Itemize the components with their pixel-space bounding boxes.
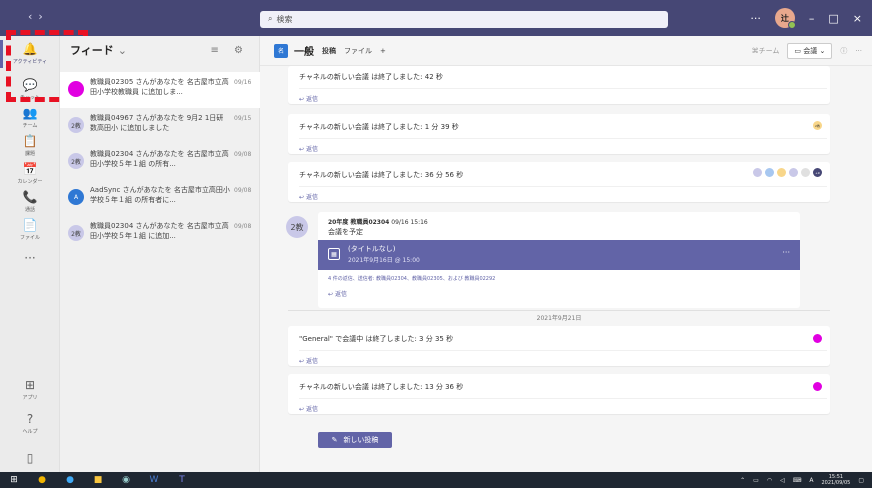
reply-button[interactable]: ↩ 返信	[299, 186, 827, 201]
avatar: 2教	[68, 153, 84, 169]
avatar	[813, 334, 822, 343]
compose-icon: ✎	[331, 436, 338, 444]
camera-app-icon[interactable]: ◉	[112, 472, 140, 488]
more-icon[interactable]: ···	[782, 248, 790, 257]
participant-avatars: +9	[753, 168, 822, 177]
teams-icon: 👥	[22, 106, 38, 120]
team-badge: 名	[274, 43, 288, 58]
meet-button[interactable]: ▭ 会議 ⌄	[787, 42, 833, 59]
feed-item[interactable]: 2教 教職員02304 さんがあなたを 名古屋市立高田小学校５年１組 に追加..…	[60, 216, 260, 252]
reply-button[interactable]: ↩ 返信	[299, 398, 827, 413]
reply-button[interactable]: ↩ 返信	[328, 289, 347, 298]
start-icon[interactable]: ⊞	[0, 472, 28, 488]
scheduled-meeting-post[interactable]: 20年度 教職員02304 09/16 15:16 会議を予定 ▦ (タイトルな…	[318, 212, 800, 308]
filter-icon[interactable]: ≡ ⚙	[210, 45, 249, 56]
meeting-message[interactable]: チャネルの新しい会議 は終了しました: 13 分 36 秒 ↩ 返信	[288, 374, 830, 414]
activity-header: フィード ⌄ ≡ ⚙	[70, 43, 249, 58]
teams-taskbar-icon[interactable]: T	[168, 472, 196, 488]
meeting-message[interactable]: チャネルの新しい会議 は終了しました: 1 分 39 秒 2教 ↩ 返信	[288, 114, 830, 154]
avatar[interactable]: 辻	[774, 8, 796, 29]
avatar	[68, 81, 84, 97]
more-icon[interactable]: ···	[855, 47, 862, 55]
replies-summary[interactable]: 4 件の返信、送信者: 教職員02304、教職員02305、および 教職員022…	[328, 275, 495, 282]
forward-icon[interactable]: ›	[38, 10, 48, 23]
taskbar: ⊞ ● ● ■ ◉ W T ⌃ ▭ ◠ ◁ ⌨ A 15:51 2021/09/05 ▢	[0, 472, 872, 488]
history-nav[interactable]: ‹›	[28, 10, 49, 23]
more-icon: ···	[24, 250, 36, 265]
system-tray[interactable]: ⌃ ▭ ◠ ◁ ⌨ A 15:51 2021/09/05 ▢	[740, 474, 872, 486]
edge-icon[interactable]: ●	[56, 472, 84, 488]
notification-icon: ▢	[858, 476, 864, 484]
minimize-button[interactable]: –	[809, 12, 815, 25]
avatar: 2教	[813, 121, 822, 130]
explorer-icon[interactable]: ■	[84, 472, 112, 488]
assignment-icon: 📋	[22, 134, 38, 148]
meeting-message[interactable]: チャネルの新しい会議 は終了しました: 42 秒 ↩ 返信	[288, 66, 830, 104]
ime-icon: A	[809, 476, 814, 484]
battery-icon: ▭	[753, 476, 759, 484]
feed-item[interactable]: 2教 教職員04967 さんがあなたを 9月2 1日研数高田小 に追加しました …	[60, 108, 260, 144]
chevron-up-icon: ⌃	[740, 476, 746, 484]
camera-icon: ▭	[794, 46, 804, 55]
tab-posts[interactable]: 投稿	[322, 46, 336, 56]
back-icon[interactable]: ‹	[28, 10, 38, 23]
search-icon: ⌕	[268, 14, 273, 23]
avatar: 2教	[286, 216, 308, 238]
help-icon: ?	[26, 412, 34, 426]
search-input[interactable]: ⌕ 検索	[260, 11, 668, 28]
channel-view: 名 一般 投稿 ファイル + ⌘チーム ▭ 会議 ⌄ ⓘ ··· ▭ チャネルの…	[260, 36, 872, 472]
keyboard-icon: ⌨	[792, 476, 802, 484]
title-bar: ‹› ⌕ 検索 ··· 辻 – □ ×	[0, 0, 872, 36]
rail-item-apps[interactable]: ⊞ アプリ	[0, 372, 60, 408]
team-button[interactable]: ⌘チーム	[752, 46, 780, 56]
reply-button[interactable]: ↩ 返信	[299, 350, 827, 365]
network-icon: ◠	[766, 476, 773, 484]
calendar-icon: 📅	[22, 162, 38, 176]
volume-icon: ◁	[780, 476, 785, 484]
clock[interactable]: 15:51 2021/09/05	[822, 474, 851, 486]
info-icon[interactable]: ⓘ	[840, 46, 847, 56]
maximize-button[interactable]: □	[828, 12, 838, 25]
device-icon[interactable]: ▯	[0, 440, 60, 476]
close-button[interactable]: ×	[853, 12, 862, 25]
avatar: A	[68, 189, 84, 205]
more-icon[interactable]: ···	[750, 12, 761, 25]
new-post-button[interactable]: ✎ 新しい投稿	[318, 432, 392, 448]
rail-item-help[interactable]: ? ヘルプ	[0, 406, 60, 442]
add-tab-button[interactable]: +	[380, 47, 386, 55]
apps-icon: ⊞	[24, 378, 36, 392]
channel-name: 一般	[294, 47, 314, 58]
feed-item[interactable]: 教職員02305 さんがあなたを 名古屋市立高田小学校教職員 に追加しま... …	[60, 72, 260, 108]
feed-item[interactable]: A AadSync さんがあなたを 名古屋市立高田小学校５年１組 の所有者に..…	[60, 180, 260, 216]
reply-button[interactable]: ↩ 返信	[299, 88, 827, 103]
phone-icon: 📞	[22, 190, 38, 204]
avatar: 2教	[68, 117, 84, 133]
avatar: 2教	[68, 225, 84, 241]
activity-pane: フィード ⌄ ≡ ⚙ 教職員02305 さんがあなたを 名古屋市立高田小学校教職員 …	[60, 36, 260, 472]
reply-button[interactable]: ↩ 返信	[299, 138, 827, 153]
channel-header: 名 一般 投稿 ファイル + ⌘チーム ▭ 会議 ⌄ ⓘ ···	[260, 36, 872, 66]
meeting-message[interactable]: チャネルの新しい会議 は終了しました: 36 分 56 秒 +9 ↩ 返信	[288, 162, 830, 202]
meeting-message[interactable]: "General" で会議中 は終了しました: 3 分 35 秒 ↩ 返信	[288, 326, 830, 366]
rail-item-more[interactable]: ···	[0, 240, 60, 276]
calendar-icon: ▦	[328, 248, 340, 260]
chrome-icon[interactable]: ●	[28, 472, 56, 488]
date-separator: 2021年9月21日	[288, 310, 830, 322]
tab-files[interactable]: ファイル	[344, 46, 372, 56]
feed-item[interactable]: 2教 教職員02304 さんがあなたを 名古屋市立高田小学校５年１組 の所有..…	[60, 144, 260, 180]
file-icon: 📄	[22, 218, 38, 232]
word-icon[interactable]: W	[140, 472, 168, 488]
avatar	[813, 382, 822, 391]
meeting-event-card[interactable]: ▦ (タイトルなし) 2021年9月16日 @ 15:00 ···	[318, 240, 800, 270]
